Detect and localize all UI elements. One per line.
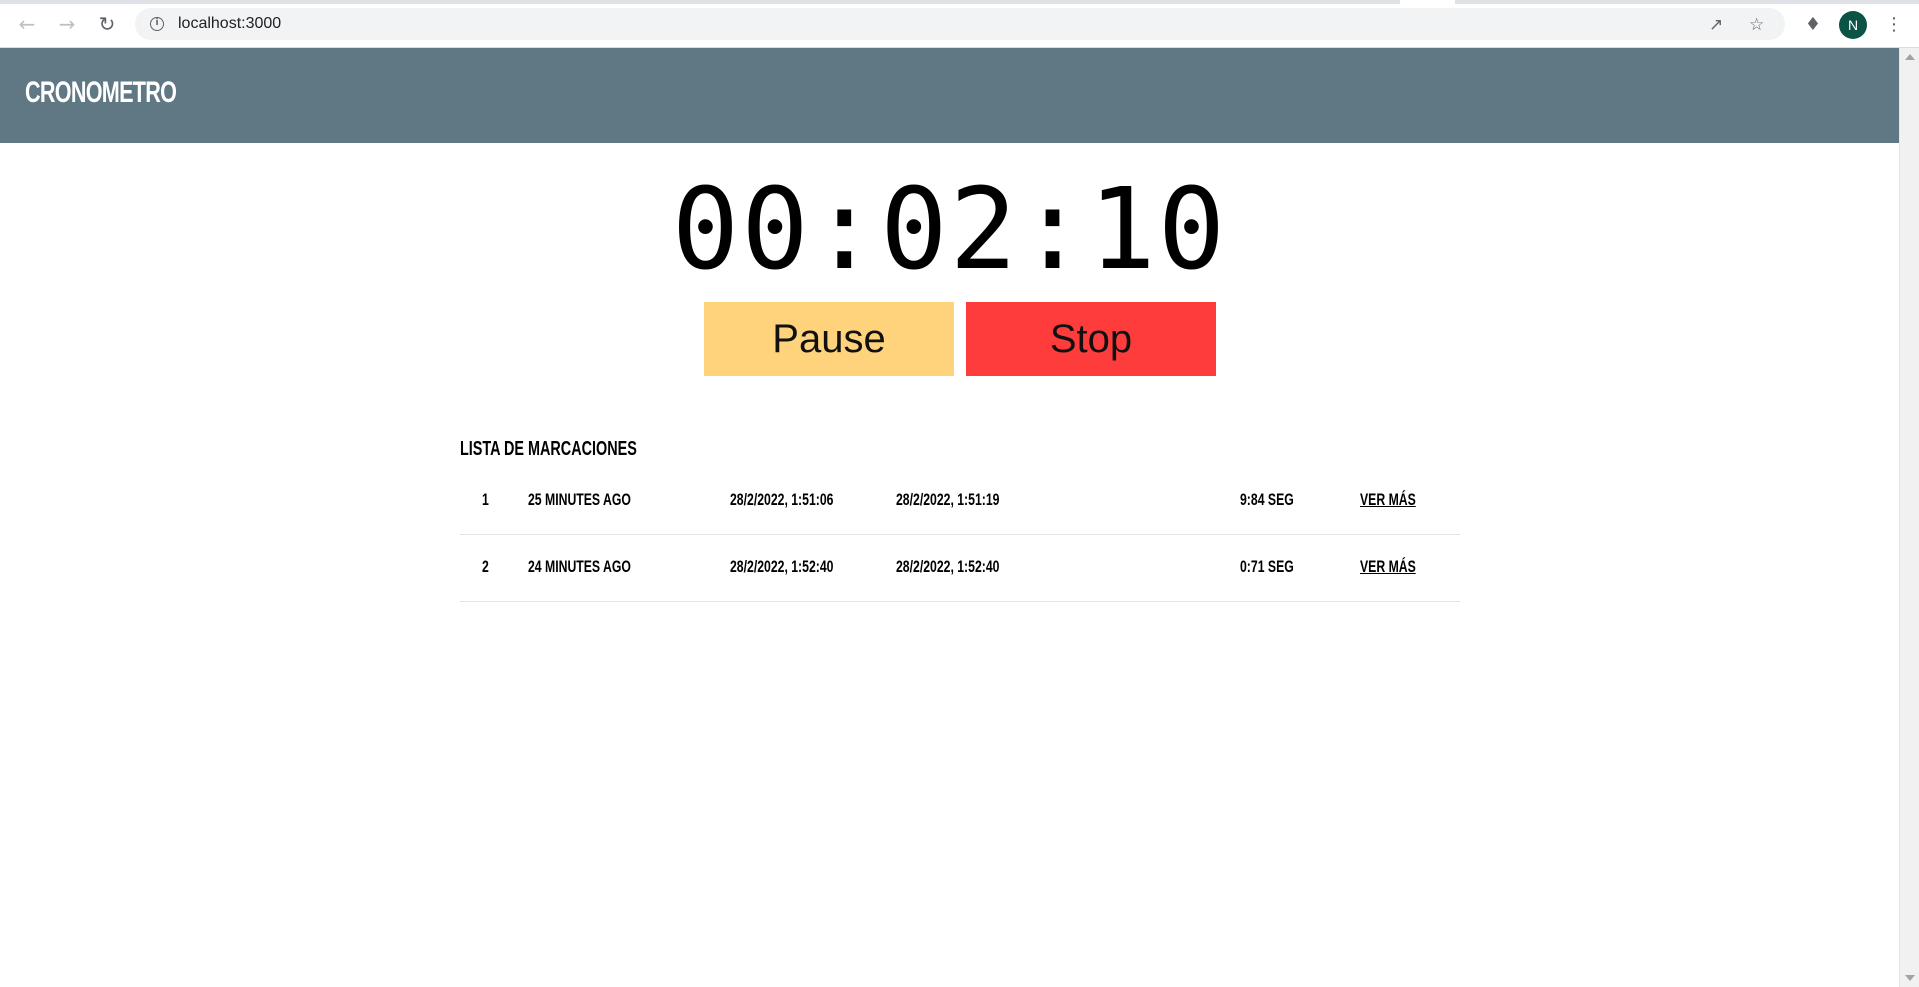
scroll-down-icon[interactable]: [1905, 975, 1915, 981]
row-start-time: 28/2/2022, 1:51:06: [730, 490, 834, 509]
row-end-time: 28/2/2022, 1:52:40: [896, 557, 1000, 576]
forward-arrow-icon[interactable]: →: [53, 10, 81, 38]
row-duration: 9:84 SEG: [1240, 490, 1294, 509]
ver-mas-link[interactable]: VER MÁS: [1360, 490, 1416, 510]
row-relative-time: 25 MINUTES AGO: [528, 490, 631, 509]
row-relative-time: 24 MINUTES AGO: [528, 557, 631, 576]
table-row: 1 25 MINUTES AGO 28/2/2022, 1:51:06 28/2…: [460, 468, 1460, 535]
marks-list-title: LISTA DE MARCACIONES: [460, 438, 637, 460]
row-duration: 0:71 SEG: [1240, 557, 1294, 576]
tab-strip: [0, 0, 1919, 4]
scroll-up-icon[interactable]: [1905, 54, 1915, 60]
page-scrollbar[interactable]: [1899, 48, 1919, 987]
pause-button[interactable]: Pause: [704, 302, 954, 376]
page-content: CRONOMETRO 00:02:10 Pause Stop LISTA DE …: [0, 48, 1899, 987]
stop-button[interactable]: Stop: [966, 302, 1216, 376]
row-index: 1: [482, 490, 489, 509]
browser-toolbar: ← → ↻ i localhost:3000 ↗ ☆ ♦ N ⋮: [0, 0, 1919, 48]
row-index: 2: [482, 557, 489, 576]
avatar[interactable]: N: [1839, 11, 1867, 39]
back-arrow-icon[interactable]: ←: [13, 10, 41, 38]
url-text[interactable]: localhost:3000: [178, 15, 281, 33]
share-icon[interactable]: ↗: [1709, 15, 1723, 35]
menu-icon[interactable]: ⋮: [1880, 10, 1908, 38]
row-start-time: 28/2/2022, 1:52:40: [730, 557, 834, 576]
marks-table: 1 25 MINUTES AGO 28/2/2022, 1:51:06 28/2…: [460, 468, 1460, 602]
star-icon[interactable]: ☆: [1749, 15, 1764, 35]
reload-icon[interactable]: ↻: [93, 10, 121, 38]
table-row: 2 24 MINUTES AGO 28/2/2022, 1:52:40 28/2…: [460, 535, 1460, 602]
extensions-icon[interactable]: ♦: [1799, 10, 1827, 38]
info-icon[interactable]: i: [150, 17, 164, 31]
timer-display: 00:02:10: [671, 165, 1228, 295]
app-title: CRONOMETRO: [25, 76, 177, 109]
row-end-time: 28/2/2022, 1:51:19: [896, 490, 1000, 509]
app-header: CRONOMETRO: [0, 48, 1899, 143]
address-bar[interactable]: i localhost:3000 ↗ ☆: [135, 8, 1785, 40]
ver-mas-link[interactable]: VER MÁS: [1360, 557, 1416, 577]
